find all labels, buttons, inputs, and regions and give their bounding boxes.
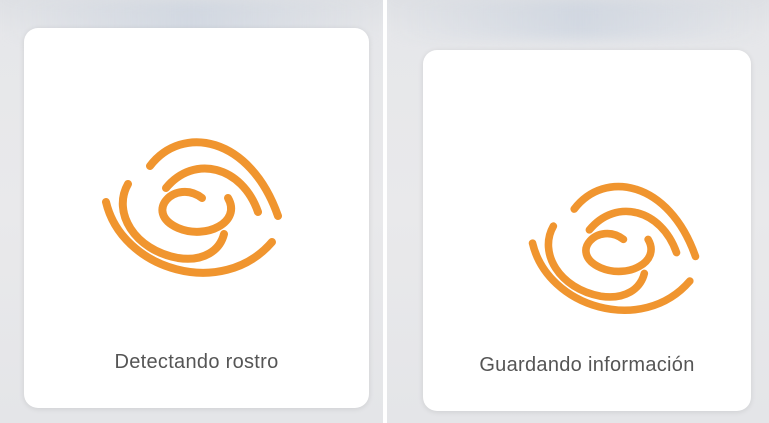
swirl-logo-icon (528, 182, 700, 314)
right-screen-panel: Guardando información (387, 0, 769, 423)
screenshot-stage: Detectando rostro Guardando información (0, 0, 769, 423)
status-card-detecting: Detectando rostro (24, 28, 369, 408)
status-label: Detectando rostro (114, 351, 279, 373)
top-blur-haze (387, 0, 769, 40)
status-label: Guardando información (479, 354, 695, 376)
status-card-saving: Guardando información (423, 50, 751, 411)
swirl-logo-icon (102, 138, 282, 277)
left-screen-panel: Detectando rostro (0, 0, 383, 423)
